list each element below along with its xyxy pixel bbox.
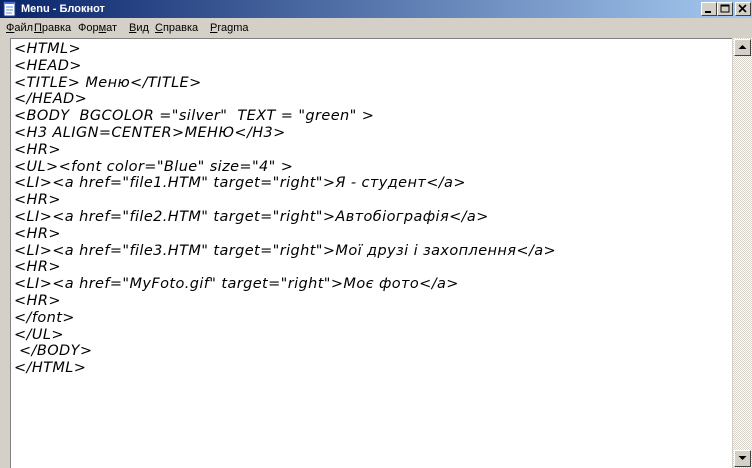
menu-format[interactable]: Формат (78, 21, 117, 35)
maximize-button[interactable] (717, 2, 733, 16)
menu-pragma[interactable]: Pragma (210, 21, 249, 35)
close-button[interactable] (735, 2, 751, 16)
scroll-down-button[interactable] (734, 450, 751, 467)
minimize-button[interactable] (701, 2, 717, 16)
editor-text[interactable]: <HTML> <HEAD> <TITLE> Меню</TITLE> </HEA… (14, 41, 556, 377)
menu-edit[interactable]: Правка (34, 21, 71, 35)
scroll-up-button[interactable] (734, 39, 751, 56)
vertical-scrollbar[interactable] (732, 38, 752, 468)
notepad-icon[interactable] (2, 1, 18, 17)
maximize-icon (720, 4, 730, 13)
menu-file[interactable]: Файл (6, 21, 33, 35)
notepad-window: Menu - Блокнот Файл Правка Формат Вид Сп… (0, 0, 752, 468)
minimize-icon (705, 11, 711, 13)
close-icon (738, 4, 747, 13)
menu-help[interactable]: Справка (155, 21, 198, 35)
title-bar[interactable]: Menu - Блокнот (0, 0, 752, 18)
text-editor[interactable]: <HTML> <HEAD> <TITLE> Меню</TITLE> </HEA… (10, 38, 732, 468)
menu-bar: Файл Правка Формат Вид Справка Pragma (0, 18, 752, 38)
menu-view[interactable]: Вид (129, 21, 149, 35)
scroll-up-arrow-icon (738, 45, 747, 49)
scroll-down-arrow-icon (738, 456, 747, 460)
window-title: Menu - Блокнот (21, 3, 105, 15)
